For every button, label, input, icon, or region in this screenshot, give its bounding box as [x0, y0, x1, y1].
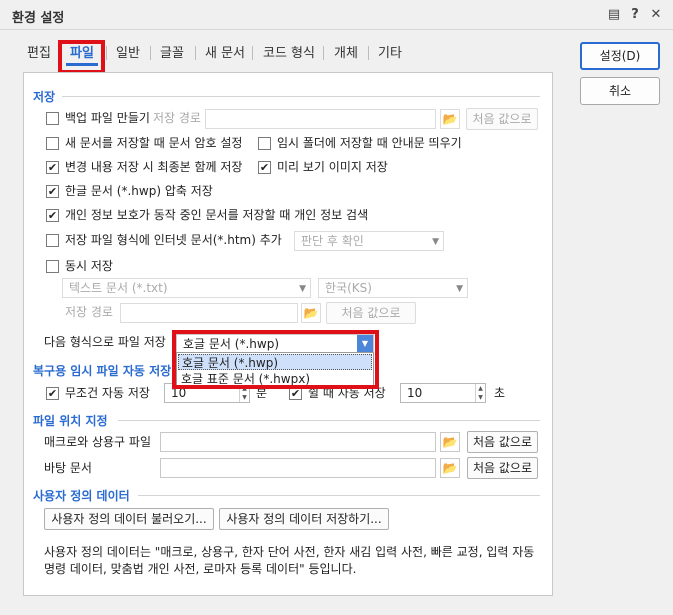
- folder-icon[interactable]: 📂: [440, 109, 460, 129]
- tab-new-document[interactable]: 새 문서: [205, 45, 245, 63]
- cancel-button[interactable]: 취소: [580, 77, 660, 105]
- tab-separator: [368, 46, 369, 60]
- tab-separator: [252, 46, 253, 60]
- next-format-label: 다음 형식으로 파일 저장: [44, 335, 166, 349]
- idle-autosave-unit: 초: [494, 386, 506, 400]
- tab-font[interactable]: 글꼴: [160, 45, 184, 63]
- save-latest-checkbox[interactable]: ✔: [46, 161, 59, 174]
- preview-image-checkbox[interactable]: ✔: [258, 161, 271, 174]
- tab-separator: [150, 46, 151, 60]
- format-highlight-box: [172, 330, 379, 389]
- backup-path-label: 저장 경로: [153, 111, 201, 125]
- section-divider: [62, 96, 540, 97]
- tab-separator: [195, 46, 196, 60]
- folder-icon[interactable]: 📂: [440, 432, 460, 452]
- macro-label: 매크로와 상용구 파일: [44, 435, 151, 449]
- save-latest-label: 변경 내용 저장 시 최종본 함께 저장: [65, 160, 243, 174]
- title-bar: [0, 0, 673, 30]
- chevron-down-icon: ▼: [299, 284, 306, 294]
- temp-folder-notice-checkbox[interactable]: [258, 137, 271, 150]
- section-title-userdata: 사용자 정의 데이터: [33, 489, 130, 503]
- new-doc-password-checkbox[interactable]: [46, 137, 59, 150]
- chevron-down-icon: ▼: [456, 284, 463, 294]
- idle-autosave-spinner[interactable]: 10 ▲ ▼: [400, 383, 486, 403]
- tab-general[interactable]: 일반: [116, 45, 140, 63]
- desktop-label: 바탕 문서: [44, 461, 92, 475]
- ok-button[interactable]: 설정(D): [580, 42, 660, 70]
- spinner-arrows-icon[interactable]: ▲ ▼: [475, 384, 485, 402]
- idle-autosave-value: 10: [407, 386, 423, 400]
- unconditional-autosave-label: 무조건 자동 저장: [65, 386, 150, 400]
- simultaneous-save-checkbox[interactable]: [46, 260, 59, 273]
- internet-format-select[interactable]: 판단 후 확인 ▼: [294, 231, 444, 251]
- backup-checkbox[interactable]: [46, 112, 59, 125]
- simultaneous-format-select[interactable]: 텍스트 문서 (*.txt) ▼: [62, 278, 311, 298]
- userdata-description-line2: 명령 데이터, 맞춤법 개인 사전, 로마자 등록 데이터" 등입니다.: [44, 562, 357, 576]
- internet-format-value: 판단 후 확인: [301, 234, 364, 248]
- folder-icon[interactable]: 📂: [440, 458, 460, 478]
- add-internet-format-label: 저장 파일 형식에 인터넷 문서(*.htm) 추가: [65, 233, 282, 247]
- new-doc-password-label: 새 문서를 저장할 때 문서 암호 설정: [65, 136, 243, 150]
- desktop-reset-button[interactable]: 처음 값으로: [467, 457, 538, 479]
- unconditional-autosave-checkbox[interactable]: ✔: [46, 387, 59, 400]
- add-internet-format-checkbox[interactable]: [46, 234, 59, 247]
- tab-code-format[interactable]: 코드 형식: [263, 45, 315, 63]
- desktop-path-input[interactable]: [160, 458, 436, 478]
- backup-path-input[interactable]: [205, 109, 436, 129]
- temp-folder-notice-label: 임시 폴더에 저장할 때 안내문 띄우기: [277, 136, 462, 150]
- save-userdata-button[interactable]: 사용자 정의 데이터 저장하기...: [219, 508, 389, 530]
- menu-icon[interactable]: ▤: [606, 7, 622, 23]
- privacy-search-checkbox[interactable]: ✔: [46, 209, 59, 222]
- preview-image-label: 미리 보기 이미지 저장: [277, 160, 388, 174]
- privacy-search-label: 개인 정보 보호가 동작 중인 문서를 저장할 때 개인 정보 검색: [65, 208, 369, 222]
- compress-hwp-checkbox[interactable]: ✔: [46, 185, 59, 198]
- load-userdata-button[interactable]: 사용자 정의 데이터 불러오기...: [44, 508, 214, 530]
- section-divider: [118, 420, 540, 421]
- simultaneous-encoding-select[interactable]: 한국(KS) ▼: [318, 278, 468, 298]
- simultaneous-reset-button[interactable]: 처음 값으로: [326, 302, 416, 324]
- userdata-description-line1: 사용자 정의 데이터는 "매크로, 상용구, 한자 단어 사전, 한자 새김 입…: [44, 545, 535, 559]
- tab-edit[interactable]: 편집: [27, 45, 51, 63]
- section-divider: [138, 495, 540, 496]
- backup-reset-button[interactable]: 처음 값으로: [466, 108, 538, 130]
- macro-path-input[interactable]: [160, 432, 436, 452]
- section-title-location: 파일 위치 지정: [33, 414, 108, 428]
- close-icon[interactable]: ✕: [648, 7, 664, 23]
- help-icon[interactable]: ?: [627, 7, 643, 23]
- chevron-down-icon: ▼: [432, 237, 439, 247]
- simultaneous-save-label: 동시 저장: [65, 259, 113, 273]
- tab-etc[interactable]: 기타: [378, 45, 402, 63]
- backup-label: 백업 파일 만들기: [65, 111, 150, 125]
- macro-reset-button[interactable]: 처음 값으로: [467, 431, 538, 453]
- tab-separator: [323, 46, 324, 60]
- simultaneous-format-value: 텍스트 문서 (*.txt): [69, 281, 168, 295]
- simultaneous-path-input[interactable]: [120, 303, 298, 323]
- section-title-recovery: 복구용 임시 파일 자동 저장: [33, 364, 172, 378]
- tab-separator: [106, 46, 107, 60]
- folder-icon[interactable]: 📂: [301, 303, 321, 323]
- compress-hwp-label: 한글 문서 (*.hwp) 압축 저장: [65, 184, 213, 198]
- tab-object[interactable]: 개체: [334, 45, 358, 63]
- section-title-save: 저장: [33, 90, 56, 104]
- simultaneous-path-label: 저장 경로: [65, 305, 113, 319]
- simultaneous-encoding-value: 한국(KS): [325, 281, 372, 295]
- tab-highlight-box: [58, 40, 105, 74]
- window-title: 환경 설정: [12, 11, 65, 26]
